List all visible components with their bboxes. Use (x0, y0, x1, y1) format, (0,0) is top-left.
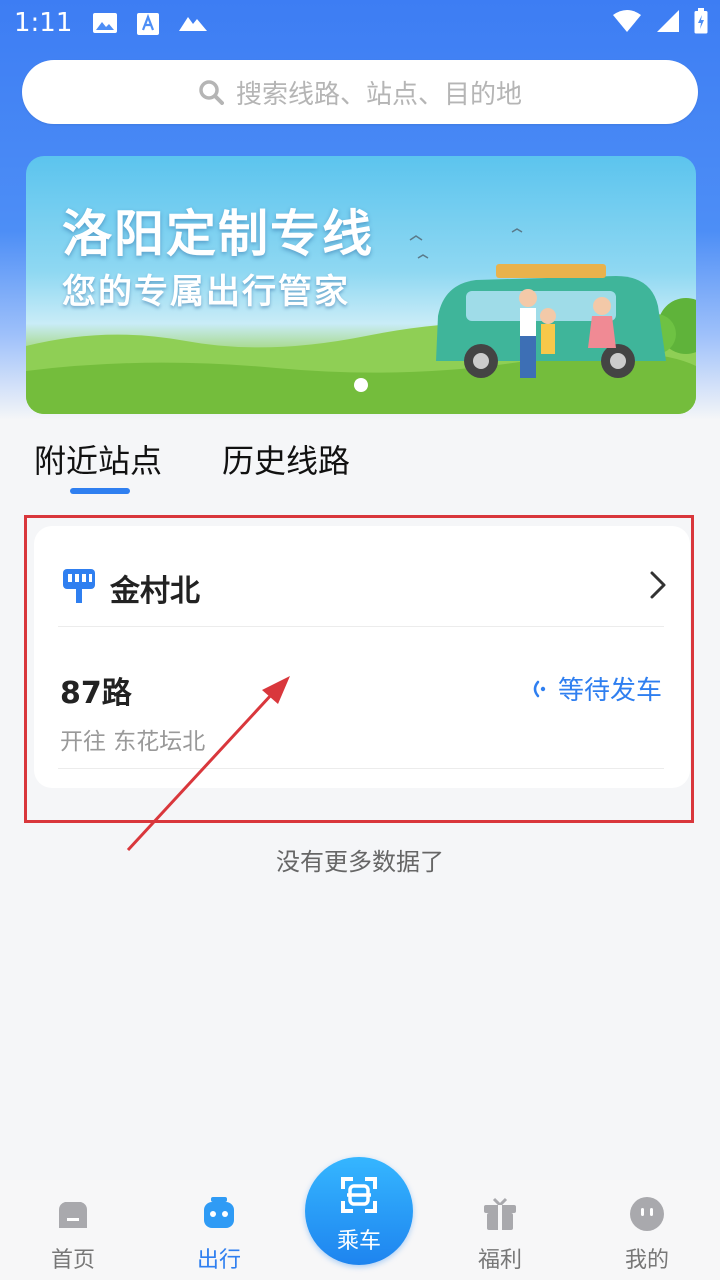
annotation-highlight-box (24, 515, 694, 823)
tab-nearby-stations[interactable]: 附近站点 (34, 436, 162, 482)
mountain-icon (179, 17, 207, 31)
nav-welfare-label: 福利 (477, 1248, 522, 1273)
nav-mine[interactable]: 我的 (592, 1180, 702, 1280)
home-icon (59, 1202, 87, 1228)
tab-bar: 附近站点 历史线路 (0, 430, 720, 500)
ride-scan-button[interactable]: 乘车 (305, 1157, 413, 1265)
search-icon (199, 80, 224, 105)
nav-home-label: 首页 (50, 1248, 95, 1273)
status-system-icons (612, 8, 708, 34)
nav-travel-label: 出行 (196, 1248, 241, 1273)
status-notification-icons (92, 12, 208, 36)
promo-banner[interactable]: 洛阳定制专线 您的专属出行管家 (26, 156, 696, 414)
search-placeholder: 搜索线路、站点、目的地 (235, 79, 522, 110)
wifi-icon (613, 10, 641, 32)
no-more-data-text: 没有更多数据了 (276, 848, 444, 876)
tab-active-indicator (70, 488, 130, 494)
scan-icon (341, 1177, 377, 1213)
ride-label: 乘车 (336, 1229, 381, 1254)
banner-page-indicator (354, 378, 368, 392)
tab-history-routes[interactable]: 历史线路 (222, 436, 350, 482)
nav-travel[interactable]: 出行 (164, 1180, 274, 1280)
status-time: 1:11 (14, 8, 73, 38)
profile-icon (630, 1197, 664, 1231)
banner-title: 洛阳定制专线 (62, 205, 374, 263)
status-bar: 1:11 (0, 0, 720, 48)
banner-subtitle: 您的专属出行管家 (62, 272, 350, 312)
cellular-signal-icon (657, 10, 679, 32)
gift-icon (484, 1197, 516, 1230)
search-bar[interactable]: 搜索线路、站点、目的地 (22, 60, 698, 124)
battery-icon (694, 8, 708, 34)
font-icon (137, 13, 159, 35)
nav-welfare[interactable]: 福利 (445, 1180, 555, 1280)
nav-mine-label: 我的 (624, 1248, 669, 1273)
gallery-icon (93, 13, 117, 33)
nav-home[interactable]: 首页 (18, 1180, 128, 1280)
bus-icon (204, 1197, 234, 1228)
